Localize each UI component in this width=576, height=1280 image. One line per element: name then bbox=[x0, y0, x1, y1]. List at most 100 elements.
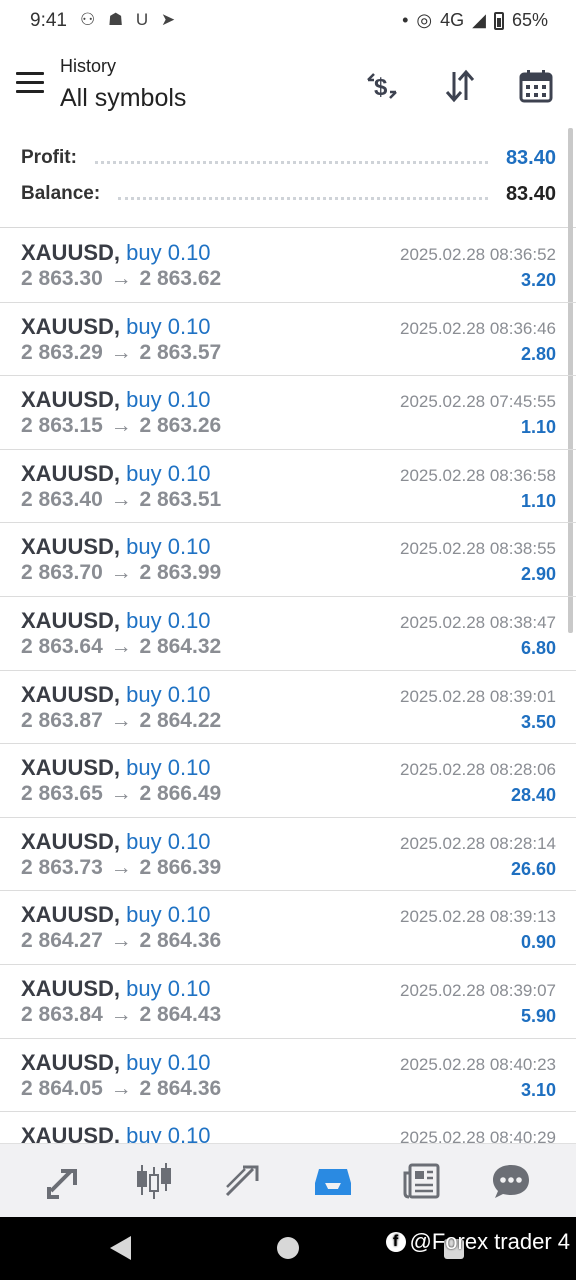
trade-direction: buy 0.10 bbox=[126, 1049, 211, 1075]
close-price: 2 864.36 bbox=[139, 929, 222, 953]
back-button[interactable] bbox=[110, 1236, 131, 1260]
arrow-right-icon: → bbox=[110, 1002, 132, 1026]
trade-row[interactable]: XAUUSD, buy 0.10 2 864.27 → 2 864.36 202… bbox=[0, 891, 576, 965]
trade-profit: 6.80 bbox=[520, 637, 556, 658]
trade-symbol-line: XAUUSD, buy 0.10 bbox=[21, 976, 211, 1002]
trade-row[interactable]: XAUUSD, buy 0.10 2 863.40 → 2 863.51 202… bbox=[0, 450, 576, 524]
history-icon bbox=[314, 1168, 351, 1195]
trade-symbol-line: XAUUSD, buy 0.10 bbox=[21, 1123, 211, 1143]
trade-time: 2025.02.28 08:39:13 bbox=[400, 907, 556, 927]
trade-row[interactable]: XAUUSD, buy 0.10 2 863.84 → 2 864.43 202… bbox=[0, 965, 576, 1039]
open-price: 2 863.65 bbox=[21, 782, 103, 806]
trade-row[interactable]: XAUUSD, buy 0.10 → 2025.02.28 08:40:29 bbox=[0, 1112, 576, 1143]
profit-row: Profit: 83.40 bbox=[21, 141, 556, 175]
trade-row[interactable]: XAUUSD, buy 0.10 2 863.70 → 2 863.99 202… bbox=[0, 523, 576, 597]
arrow-right-icon: → bbox=[110, 782, 132, 806]
trade-prices: 2 864.05 → 2 864.36 bbox=[21, 1077, 221, 1101]
trade-profit: 2.90 bbox=[520, 564, 556, 585]
profit-value: 83.40 bbox=[505, 146, 556, 169]
trade-symbol-line: XAUUSD, buy 0.10 bbox=[21, 682, 211, 708]
trade-prices: 2 863.65 → 2 866.49 bbox=[21, 782, 221, 806]
home-button[interactable] bbox=[277, 1237, 299, 1259]
trade-symbol: XAUUSD, bbox=[21, 1049, 121, 1075]
arrow-right-icon: → bbox=[110, 929, 132, 953]
trade-prices: 2 863.40 → 2 863.51 bbox=[21, 488, 221, 512]
trade-prices: 2 864.27 → 2 864.36 bbox=[21, 929, 221, 953]
trade-direction: buy 0.10 bbox=[126, 681, 211, 707]
trade-symbol: XAUUSD, bbox=[21, 828, 121, 854]
quotes-tab[interactable] bbox=[35, 1151, 95, 1211]
status-bar: 9:41 ⚇ ☗ U ➤ • ◎ 4G ◢ 65% bbox=[0, 0, 576, 44]
trade-symbol: XAUUSD, bbox=[21, 755, 121, 781]
close-price: 2 864.36 bbox=[139, 1076, 222, 1100]
sort-icon[interactable] bbox=[438, 64, 482, 108]
trade-prices: 2 863.15 → 2 863.26 bbox=[21, 414, 221, 438]
menu-icon[interactable] bbox=[16, 72, 44, 94]
bottom-nav bbox=[0, 1143, 576, 1217]
trade-time: 2025.02.28 08:38:47 bbox=[400, 612, 556, 632]
close-price: 2 864.43 bbox=[139, 1002, 222, 1026]
arrow-right-icon: → bbox=[110, 340, 132, 364]
arrow-right-icon: → bbox=[110, 855, 132, 879]
trade-prices: 2 863.70 → 2 863.99 bbox=[21, 561, 221, 585]
trade-symbol-line: XAUUSD, buy 0.10 bbox=[21, 387, 211, 413]
trade-profit: 2.80 bbox=[520, 343, 556, 364]
currency-swap-icon[interactable]: $ bbox=[360, 64, 404, 108]
trade-direction: buy 0.10 bbox=[126, 460, 211, 486]
trade-symbol: XAUUSD, bbox=[21, 681, 121, 707]
open-price: 2 863.64 bbox=[21, 634, 103, 658]
chart-icon bbox=[136, 1162, 171, 1199]
close-price: 2 866.49 bbox=[139, 782, 222, 806]
page-subtitle: History bbox=[60, 56, 117, 76]
trade-row[interactable]: XAUUSD, buy 0.10 2 863.87 → 2 864.22 202… bbox=[0, 671, 576, 745]
arrow-right-icon: → bbox=[110, 561, 132, 585]
trade-row[interactable]: XAUUSD, buy 0.10 2 863.15 → 2 863.26 202… bbox=[0, 376, 576, 450]
news-tab[interactable] bbox=[392, 1151, 452, 1211]
watermark: f @Forex trader 4 bbox=[385, 1229, 571, 1255]
summary-panel: Profit: 83.40 Balance: 83.40 bbox=[0, 128, 576, 228]
trade-row[interactable]: XAUUSD, buy 0.10 2 863.65 → 2 866.49 202… bbox=[0, 744, 576, 818]
close-price: 2 864.32 bbox=[139, 634, 222, 658]
trade-symbol-line: XAUUSD, buy 0.10 bbox=[21, 902, 211, 928]
trade-time: 2025.02.28 08:28:06 bbox=[400, 760, 556, 780]
trade-row[interactable]: XAUUSD, buy 0.10 2 863.64 → 2 864.32 202… bbox=[0, 597, 576, 671]
trade-tab[interactable] bbox=[213, 1151, 273, 1211]
trade-symbol-line: XAUUSD, buy 0.10 bbox=[21, 608, 211, 634]
trade-prices: 2 863.29 → 2 863.57 bbox=[21, 341, 221, 365]
trade-row[interactable]: XAUUSD, buy 0.10 2 863.30 → 2 863.62 202… bbox=[0, 229, 576, 303]
close-price: 2 863.99 bbox=[139, 561, 222, 585]
chat-icon bbox=[493, 1164, 530, 1198]
trade-row[interactable]: XAUUSD, buy 0.10 2 863.29 → 2 863.57 202… bbox=[0, 303, 576, 377]
hotspot-icon: ◎ bbox=[416, 10, 433, 30]
page-title[interactable]: All symbols bbox=[60, 84, 186, 113]
trade-direction: buy 0.10 bbox=[126, 534, 211, 560]
trade-time: 2025.02.28 08:36:46 bbox=[400, 318, 556, 338]
open-price: 2 863.84 bbox=[21, 1002, 103, 1026]
trade-profit: 3.10 bbox=[520, 1079, 556, 1100]
calendar-icon[interactable] bbox=[514, 64, 558, 108]
chat-tab[interactable] bbox=[481, 1151, 541, 1211]
chart-tab[interactable] bbox=[124, 1151, 184, 1211]
trade-time: 2025.02.28 08:40:23 bbox=[400, 1054, 556, 1074]
close-price: 2 866.39 bbox=[139, 855, 222, 879]
status-time: 9:41 bbox=[30, 10, 67, 31]
trade-profit: 28.40 bbox=[510, 785, 556, 806]
trade-direction: buy 0.10 bbox=[126, 828, 211, 854]
trade-row[interactable]: XAUUSD, buy 0.10 2 863.73 → 2 866.39 202… bbox=[0, 818, 576, 892]
trade-prices: 2 863.30 → 2 863.62 bbox=[21, 267, 221, 291]
open-price: 2 863.40 bbox=[21, 487, 103, 511]
arrow-right-icon: → bbox=[110, 1076, 132, 1100]
trade-time: 2025.02.28 07:45:55 bbox=[400, 392, 556, 412]
open-price: 2 863.73 bbox=[21, 855, 103, 879]
battery-percent: 65% bbox=[511, 10, 548, 30]
close-price: 2 863.57 bbox=[139, 340, 222, 364]
close-price: 2 863.26 bbox=[139, 414, 222, 438]
trade-profit: 1.10 bbox=[520, 490, 556, 511]
trade-row[interactable]: XAUUSD, buy 0.10 2 864.05 → 2 864.36 202… bbox=[0, 1039, 576, 1113]
notification-icons: ⚇ ☗ U ➤ bbox=[80, 10, 180, 29]
status-right: • ◎ 4G ◢ 65% bbox=[402, 10, 548, 31]
history-tab[interactable] bbox=[303, 1151, 363, 1211]
watermark-text: @Forex trader 4 bbox=[409, 1229, 571, 1254]
trade-direction: buy 0.10 bbox=[126, 755, 211, 781]
trade-time: 2025.02.28 08:40:29 bbox=[400, 1128, 556, 1143]
